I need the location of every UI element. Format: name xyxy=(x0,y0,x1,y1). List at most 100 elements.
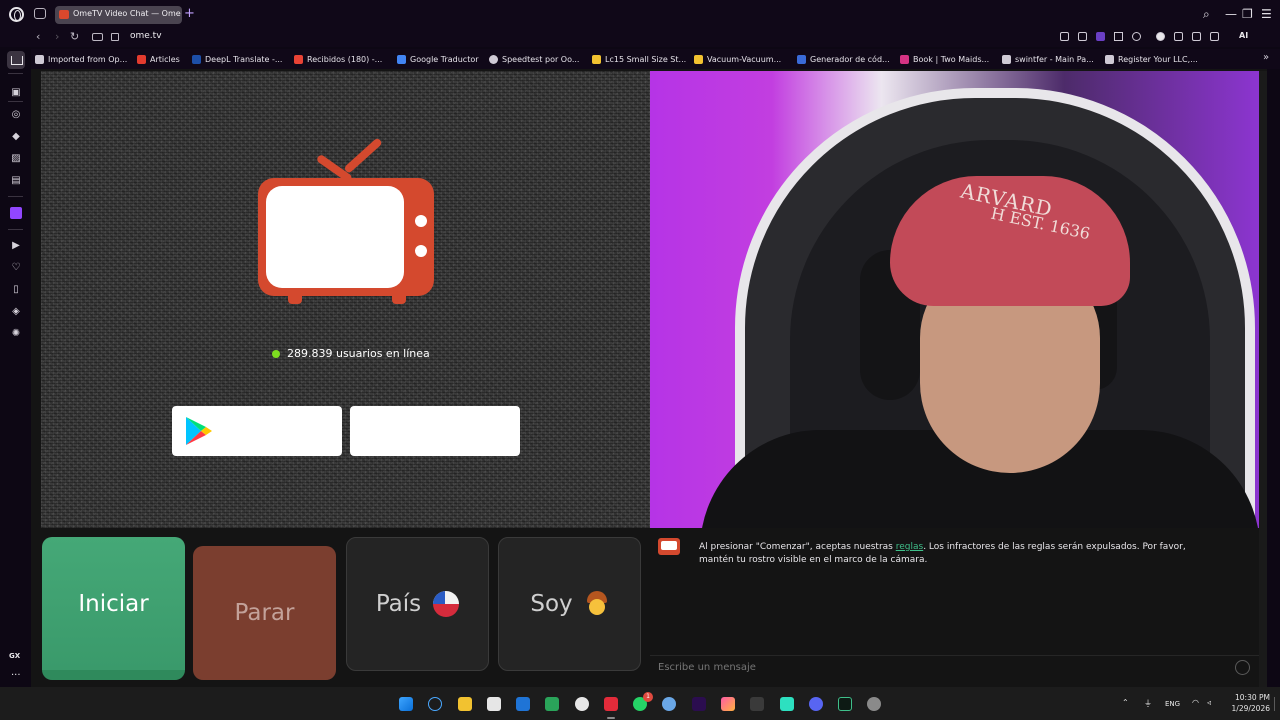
sidebar-more-icon[interactable]: ··· xyxy=(11,670,21,681)
volume-icon[interactable]: ◃ xyxy=(1207,698,1211,707)
gx-label[interactable]: GX xyxy=(9,652,20,660)
sidebar xyxy=(0,49,31,687)
app-icon[interactable] xyxy=(750,697,764,711)
settings-taskbar-icon[interactable] xyxy=(867,697,881,711)
tab-islands-icon[interactable] xyxy=(34,8,46,19)
sidebar-divider xyxy=(8,196,23,197)
forward-button[interactable]: › xyxy=(55,30,59,43)
tray-overflow-icon[interactable]: ⌃ xyxy=(1122,698,1129,707)
extension-s-icon[interactable] xyxy=(1156,32,1165,41)
app-icon[interactable] xyxy=(780,697,794,711)
country-selector-button[interactable]: País xyxy=(346,537,489,671)
tv-logo-foot xyxy=(288,294,302,304)
language-indicator[interactable]: ENG xyxy=(1165,700,1180,708)
heart-icon[interactable] xyxy=(1132,32,1141,41)
file-explorer-icon[interactable] xyxy=(458,697,472,711)
limiter-icon[interactable]: ▨ xyxy=(10,153,22,165)
bookmark-item[interactable]: Generador de cód... xyxy=(797,53,890,65)
player-sidebar-icon[interactable]: ▶ xyxy=(10,240,22,252)
reload-icon[interactable]: ↻ xyxy=(70,30,79,43)
player-icon[interactable] xyxy=(1114,32,1123,41)
show-desktop-button[interactable] xyxy=(1274,697,1277,711)
stop-button[interactable]: Parar xyxy=(193,546,336,680)
sidebar-divider xyxy=(8,73,23,74)
gx-corner-icon[interactable]: ◎ xyxy=(10,109,22,121)
settings-gear-icon[interactable]: ✺ xyxy=(10,328,22,340)
gx-control-icon[interactable]: ▣ xyxy=(10,87,22,99)
emoji-picker-icon[interactable] xyxy=(1235,660,1250,675)
url-input[interactable]: ome.tv xyxy=(130,31,162,41)
maids-icon xyxy=(900,54,909,64)
page-scrollbar[interactable] xyxy=(1259,71,1267,687)
rules-link[interactable]: reglas xyxy=(896,542,923,552)
chile-flag-icon xyxy=(433,591,460,617)
bookmark-item[interactable]: Recibidos (180) -... xyxy=(294,53,382,65)
opera-gx-taskbar-icon[interactable] xyxy=(604,697,618,711)
snapshot-icon[interactable] xyxy=(1078,32,1087,41)
store-icon[interactable] xyxy=(487,697,501,711)
opera-gx-logo-icon[interactable] xyxy=(9,7,24,22)
windows-start-icon[interactable] xyxy=(399,697,413,711)
chat-divider xyxy=(650,655,1259,656)
bookmark-item[interactable]: Imported from Op... xyxy=(35,53,127,65)
extensions-sidebar-icon[interactable]: ◈ xyxy=(10,306,22,318)
download-icon[interactable] xyxy=(1210,32,1219,41)
vpn-shield-icon[interactable] xyxy=(1096,32,1105,41)
premiere-icon[interactable] xyxy=(692,697,706,711)
g-hub-icon[interactable] xyxy=(575,697,589,711)
minimize-button[interactable]: — xyxy=(1225,8,1237,20)
llc-icon xyxy=(1105,54,1114,64)
active-app-indicator xyxy=(607,717,615,719)
aria-ai-icon[interactable] xyxy=(1228,32,1237,41)
tab-ometv[interactable]: OmeTV Video Chat — Ome xyxy=(55,6,182,24)
sidebar-home-icon[interactable] xyxy=(7,51,25,69)
google-play-icon xyxy=(186,417,212,445)
menu-icon[interactable]: ☰ xyxy=(1261,8,1272,20)
microphone-icon[interactable]: ⏚ xyxy=(1144,698,1152,709)
restore-button[interactable]: ❐ xyxy=(1242,8,1253,20)
app-icon[interactable] xyxy=(838,697,852,711)
bookmark-item[interactable]: Google Traductor xyxy=(397,53,479,65)
bookmark-item[interactable]: Lc15 Small Size St... xyxy=(592,53,686,65)
whatsapp-badge: 1 xyxy=(643,692,653,702)
pinboard-icon[interactable]: ▯ xyxy=(10,284,22,296)
bookmark-item[interactable]: Book | Two Maids... xyxy=(900,53,989,65)
chat-message-input[interactable] xyxy=(658,662,1218,673)
search-taskbar-icon[interactable] xyxy=(428,697,442,711)
system-clock[interactable]: 10:30 PM 1/29/2026 xyxy=(1222,692,1270,714)
folder-icon xyxy=(35,54,44,64)
app-icon[interactable] xyxy=(662,697,676,711)
bookmark-item[interactable]: Register Your LLC,... xyxy=(1105,53,1198,65)
ai-label[interactable]: AI xyxy=(1239,31,1248,40)
app-store-button[interactable] xyxy=(350,406,520,456)
extensions-icon[interactable] xyxy=(1174,32,1183,41)
wifi-icon[interactable]: ◠ xyxy=(1192,698,1199,707)
new-tab-button[interactable]: + xyxy=(184,6,195,21)
bookmark-item[interactable]: Vacuum-Vacuum... xyxy=(694,53,781,65)
bookmark-item[interactable]: DeepL Translate -... xyxy=(192,53,282,65)
search-tabs-icon[interactable]: ⌕ xyxy=(1203,8,1210,20)
photos-icon[interactable] xyxy=(721,697,735,711)
hot-tabs-icon[interactable]: ▤ xyxy=(10,175,22,187)
ometv-chat-logo-icon xyxy=(658,538,680,555)
back-button[interactable]: ‹ xyxy=(36,30,40,43)
tv-logo-screen xyxy=(266,186,404,288)
country-button-label: País xyxy=(375,591,422,617)
excel-icon[interactable] xyxy=(545,697,559,711)
favorites-heart-icon[interactable]: ♡ xyxy=(10,262,22,274)
twitch-icon[interactable] xyxy=(10,207,22,219)
gender-selector-button[interactable]: Soy xyxy=(498,537,641,671)
bookmark-item[interactable]: Articles xyxy=(137,53,180,65)
google-play-button[interactable] xyxy=(172,406,342,456)
start-button[interactable]: Iniciar xyxy=(42,537,185,680)
partner-video-placeholder xyxy=(41,71,650,528)
easy-setup-icon[interactable] xyxy=(1192,32,1201,41)
bookmark-item[interactable]: swintfer - Main Pa... xyxy=(1002,53,1094,65)
cleaner-icon[interactable]: ◆ xyxy=(10,131,22,143)
camera-icon[interactable] xyxy=(92,33,103,41)
bookmark-page-icon[interactable] xyxy=(1060,32,1069,41)
bookmark-item[interactable]: Speedtest por Oo... xyxy=(489,53,579,65)
discord-icon[interactable] xyxy=(809,697,823,711)
bookmarks-overflow-icon[interactable]: » xyxy=(1263,52,1269,63)
outlook-icon[interactable] xyxy=(516,697,530,711)
